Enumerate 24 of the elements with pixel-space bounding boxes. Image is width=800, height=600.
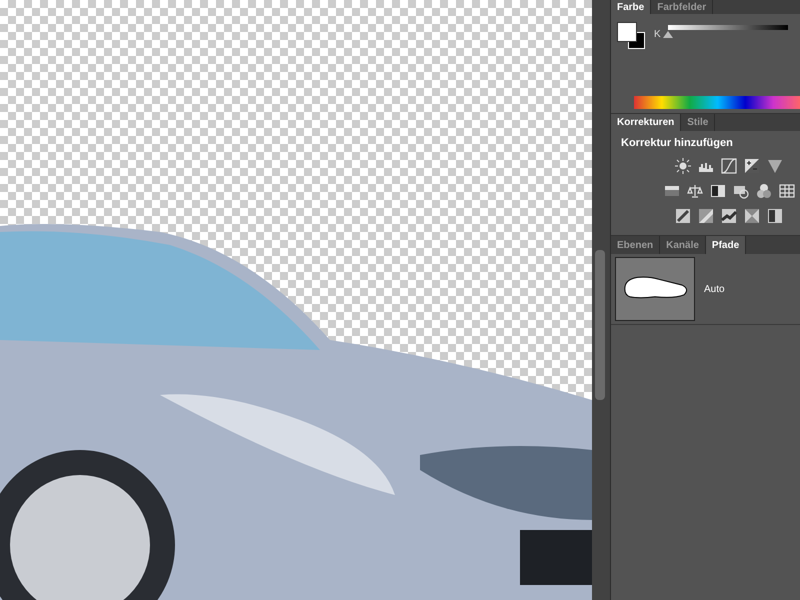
hourglass-icon[interactable] (744, 208, 760, 224)
triangle-icon[interactable] (767, 158, 783, 174)
half-square-icon[interactable] (710, 182, 726, 198)
gradient-square-icon[interactable] (767, 208, 783, 224)
panel-tab[interactable]: Pfade (706, 236, 746, 254)
path-thumbnail[interactable] (615, 257, 695, 321)
sun-icon[interactable] (675, 158, 691, 174)
zigzag-icon[interactable] (721, 208, 737, 224)
grid-icon[interactable] (779, 182, 795, 198)
channel-label: K (654, 28, 661, 42)
circles-icon[interactable] (756, 182, 772, 198)
panel-tab[interactable]: Korrekturen (611, 114, 682, 131)
panel-tab[interactable]: Farbe (611, 0, 652, 14)
curves-icon[interactable] (721, 158, 737, 174)
color-spectrum[interactable] (634, 96, 800, 109)
scrollbar[interactable] (592, 0, 610, 600)
panel-heading: Korrektur hinzufügen (620, 136, 734, 151)
slider-thumb[interactable] (663, 31, 673, 38)
diagonal-gradient-icon[interactable] (698, 208, 714, 224)
scale-icon[interactable] (687, 182, 703, 198)
scrollbar-thumb[interactable] (595, 250, 605, 400)
path-name[interactable]: Auto (704, 282, 725, 296)
slash-square-icon[interactable] (675, 208, 691, 224)
color-swatches-drawing[interactable] (617, 22, 645, 49)
